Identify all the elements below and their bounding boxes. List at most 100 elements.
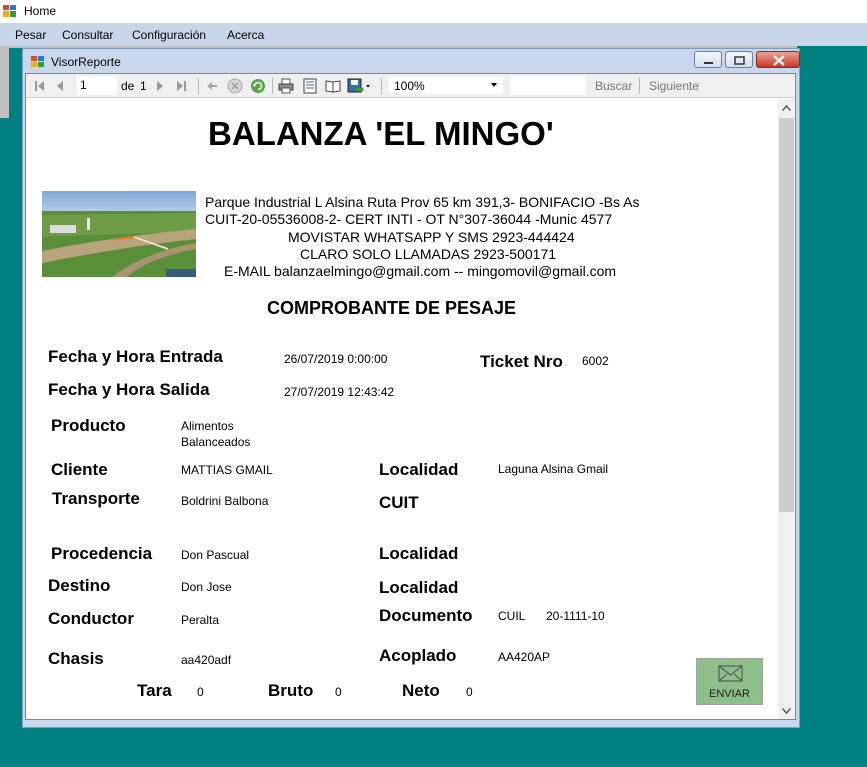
acoplado-label: Acoplado: [379, 646, 457, 665]
scroll-down-button[interactable]: [778, 702, 795, 719]
fecha-salida-label: Fecha y Hora Salida: [48, 380, 210, 399]
stop-icon: [227, 78, 243, 94]
scroll-up-button[interactable]: [778, 99, 795, 116]
previous-page-button[interactable]: [52, 78, 68, 94]
print-layout-button[interactable]: [302, 78, 318, 94]
refresh-icon: [251, 79, 265, 93]
toolbar-separator: [272, 78, 273, 94]
neto-value: 0: [466, 685, 473, 699]
workspace-edge: [0, 46, 9, 118]
report-toolbar: 1 de 1 100% Buscar Siguiente: [26, 74, 795, 98]
back-button[interactable]: [204, 78, 220, 94]
minimize-button[interactable]: [694, 51, 722, 68]
menu-pesar[interactable]: Pesar: [15, 28, 46, 42]
send-button-face: ENVIAR: [699, 661, 760, 702]
next-page-button[interactable]: [152, 78, 168, 94]
print-button[interactable]: [278, 78, 294, 94]
receipt-heading: COMPROBANTE DE PESAJE: [267, 298, 517, 318]
visor-reporte-window: VisorReporte 1 de 1 100% Buscar Siguient…: [22, 48, 800, 728]
localidad-cliente-label: Localidad: [379, 460, 459, 479]
printer-icon: [278, 78, 294, 94]
maximize-button[interactable]: [725, 51, 753, 68]
print-layout-icon: [303, 78, 317, 94]
fecha-entrada-label: Fecha y Hora Entrada: [48, 347, 223, 366]
destino-value: Don Jose: [181, 580, 232, 594]
cliente-label: Cliente: [51, 460, 108, 479]
app-title-bar: Home: [0, 0, 867, 23]
next-page-icon: [157, 81, 163, 91]
next-match-link[interactable]: Siguiente: [649, 79, 699, 93]
ticket-label: Ticket Nro: [480, 352, 563, 371]
chevron-down-icon: [491, 83, 497, 87]
send-email-button[interactable]: ENVIAR: [696, 658, 763, 705]
search-input[interactable]: [510, 76, 586, 95]
search-link[interactable]: Buscar: [595, 79, 632, 93]
stop-button[interactable]: [227, 78, 243, 94]
page-number-input[interactable]: 1: [77, 76, 117, 95]
report-viewer: 1 de 1 100% Buscar Siguiente BALANZA 'EL…: [25, 73, 796, 720]
save-export-icon: [347, 78, 370, 93]
chasis-value: aa420adf: [181, 653, 232, 667]
cuit-label: CUIT: [379, 493, 419, 512]
fecha-salida-value: 27/07/2019 12:43:42: [284, 385, 395, 399]
last-page-icon: [177, 81, 186, 91]
report-page: BALANZA 'EL MINGO' Parque Industrial L A…: [26, 99, 778, 719]
chevron-up-icon: [782, 104, 791, 111]
producto-value-line-2: Balanceados: [181, 435, 251, 449]
vertical-scrollbar[interactable]: [778, 99, 795, 719]
localidad-destino-label: Localidad: [379, 578, 459, 597]
bruto-label: Bruto: [268, 681, 314, 700]
address-line-2: CUIT-20-05536008-2- CERT INTI - OT N°307…: [205, 211, 613, 227]
page-total: 1: [140, 79, 147, 93]
transporte-label: Transporte: [52, 489, 140, 508]
restore-icon: [734, 56, 745, 65]
refresh-button[interactable]: [250, 78, 266, 94]
scale-site-image: [42, 191, 196, 277]
child-title: VisorReporte: [51, 55, 121, 69]
export-button[interactable]: [347, 78, 371, 94]
producto-label: Producto: [51, 416, 126, 435]
first-page-button[interactable]: [32, 78, 48, 94]
ticket-value: 6002: [582, 354, 609, 368]
app-icon: [3, 5, 16, 17]
address-line-5: E-MAIL balanzaelmingo@gmail.com -- mingo…: [224, 263, 617, 279]
company-photo: [42, 191, 196, 277]
documento-numero: 20-1111-10: [546, 609, 605, 623]
fecha-entrada-value: 26/07/2019 0:00:00: [284, 352, 388, 366]
neto-label: Neto: [402, 681, 440, 700]
tara-label: Tara: [137, 681, 172, 700]
menu-configuracion[interactable]: Configuración: [132, 28, 206, 42]
transporte-value: Boldrini Balbona: [181, 494, 269, 508]
menu-consultar[interactable]: Consultar: [62, 28, 113, 42]
destino-label: Destino: [48, 576, 111, 595]
conductor-value: Peralta: [181, 613, 220, 627]
toolbar-separator: [381, 78, 382, 94]
page-setup-button[interactable]: [325, 78, 341, 94]
menu-bar: Pesar Consultar Configuración Acerca: [0, 23, 867, 46]
scroll-thumb[interactable]: [779, 118, 794, 512]
minimize-icon: [704, 62, 713, 64]
acoplado-value: AA420AP: [498, 650, 551, 664]
back-arrow-icon: [207, 82, 217, 90]
documento-tipo: CUIL: [498, 609, 526, 623]
localidad-cliente-value: Laguna Alsina Gmail: [498, 462, 609, 476]
app-title: Home: [24, 4, 57, 18]
first-page-icon: [35, 81, 44, 91]
toolbar-separator: [198, 78, 199, 94]
close-button[interactable]: [756, 51, 800, 68]
chasis-label: Chasis: [48, 649, 104, 668]
menu-acerca[interactable]: Acerca: [227, 28, 264, 42]
zoom-value: 100%: [394, 79, 425, 93]
address-line-3: MOVISTAR WHATSAPP Y SMS 2923-444424: [288, 229, 575, 245]
send-button-label: ENVIAR: [709, 688, 750, 700]
producto-value-line-1: Alimentos: [181, 419, 234, 433]
book-icon: [325, 80, 341, 93]
cliente-value: MATTIAS GMAIL: [181, 463, 273, 477]
last-page-button[interactable]: [173, 78, 189, 94]
zoom-select[interactable]: 100%: [388, 76, 504, 95]
procedencia-label: Procedencia: [51, 544, 153, 563]
localidad-procedencia-label: Localidad: [379, 544, 459, 563]
chevron-down-icon: [782, 707, 791, 714]
bruto-value: 0: [335, 685, 342, 699]
window-icon: [31, 56, 44, 67]
